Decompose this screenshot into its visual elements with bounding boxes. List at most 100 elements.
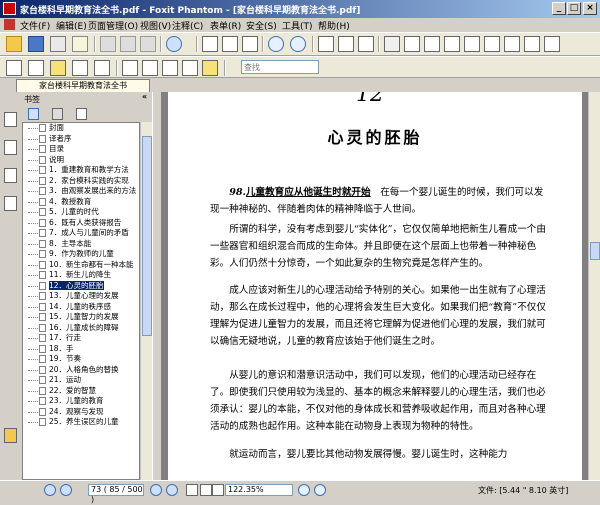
select-text-icon[interactable]	[404, 36, 420, 52]
user-icon[interactable]	[50, 60, 66, 76]
pencil-icon[interactable]	[122, 60, 138, 76]
menu-view[interactable]: 视图(V)	[140, 19, 171, 32]
hand-tool-icon[interactable]	[384, 36, 400, 52]
bookmark-item[interactable]: 14．儿童的秩序感	[23, 302, 139, 313]
bookmark-item[interactable]: 11．新生儿的降生	[23, 270, 139, 281]
page-number-field[interactable]: 73 ( 85 / 500 )	[88, 484, 144, 504]
bookmark-item[interactable]: 10．新生命都有一种本能	[23, 260, 139, 271]
bookmark-item[interactable]: 19．节奏	[23, 354, 139, 365]
redo-icon[interactable]	[120, 36, 136, 52]
app-icon[interactable]	[3, 2, 16, 15]
bookmark-item[interactable]: 6．既有人类获得报告	[23, 218, 139, 229]
bookmark-item[interactable]: 12．心灵的胚胎	[23, 280, 139, 292]
menu-tools[interactable]: 工具(T)	[282, 19, 313, 32]
bookmark-item[interactable]: 2．家台模科实践的实现	[23, 176, 139, 187]
bookmark-item[interactable]: 译者序	[23, 134, 139, 145]
bookmark-scroll-thumb[interactable]	[142, 136, 152, 336]
layers-tab-icon[interactable]	[4, 168, 17, 183]
bookmark-item[interactable]: 18．手	[23, 344, 139, 355]
bookmark-item[interactable]: 25．养生误区的儿童	[23, 417, 139, 428]
new-bookmark-icon[interactable]	[28, 108, 39, 120]
menu-edit[interactable]: 编辑(E)	[56, 19, 87, 32]
bookmark-item[interactable]: 7．成人与儿童间的矛盾	[23, 228, 139, 239]
document-scrollbar[interactable]	[588, 92, 600, 480]
panel-splitter[interactable]	[152, 92, 162, 480]
undo-icon[interactable]	[100, 36, 116, 52]
image-icon[interactable]	[524, 36, 540, 52]
bookmark-item[interactable]: 说明	[23, 155, 139, 166]
delete-bookmark-icon[interactable]	[52, 108, 63, 120]
facing-view-icon[interactable]	[212, 484, 224, 496]
note-icon[interactable]	[464, 36, 480, 52]
bookmark-item[interactable]: 20．人格角色的替换	[23, 365, 139, 376]
menu-file[interactable]: 文件(F)	[20, 19, 50, 32]
open-icon[interactable]	[6, 36, 22, 52]
bookmark-panel-icon[interactable]	[6, 60, 22, 76]
facing-page-icon[interactable]	[338, 36, 354, 52]
typewriter-icon[interactable]	[444, 36, 460, 52]
menu-help[interactable]: 帮助(H)	[318, 19, 350, 32]
bookmark-item[interactable]: 24．观察与发现	[23, 407, 139, 418]
zoom-out-icon[interactable]	[268, 36, 284, 52]
measure-icon[interactable]	[544, 36, 560, 52]
highlight-icon[interactable]	[142, 60, 158, 76]
zoom-in-icon[interactable]	[290, 36, 306, 52]
bookmark-item[interactable]: 封面	[23, 123, 139, 134]
bookmark-item[interactable]: 21．运动	[23, 375, 139, 386]
link-icon[interactable]	[484, 36, 500, 52]
zoom-icon[interactable]	[166, 36, 182, 52]
clip-icon[interactable]	[4, 428, 17, 443]
single-page-icon[interactable]	[318, 36, 334, 52]
menu-pages[interactable]: 页面管理(O)	[88, 19, 138, 32]
attachments-tab-icon[interactable]	[4, 196, 17, 211]
last-page-icon[interactable]	[166, 484, 178, 496]
fit-page-icon[interactable]	[202, 36, 218, 52]
snapshot-icon[interactable]	[424, 36, 440, 52]
bookmark-item[interactable]: 22．爱的智慧	[23, 386, 139, 397]
bookmark-item[interactable]: 15．儿童智力的发展	[23, 312, 139, 323]
bookmark-item[interactable]: 9．作为教师的儿童	[23, 249, 139, 260]
next-page-icon[interactable]	[150, 484, 162, 496]
bookmark-item[interactable]: 4．教授教育	[23, 197, 139, 208]
first-page-icon[interactable]	[44, 484, 56, 496]
stamp-icon[interactable]	[162, 60, 178, 76]
bookmark-item[interactable]: 17．行走	[23, 333, 139, 344]
bookmark-item[interactable]: 13．儿童心理的发展	[23, 291, 139, 302]
menu-forms[interactable]: 表单(R)	[210, 19, 241, 32]
bookmarks-tab-icon[interactable]	[4, 112, 17, 127]
prev-page-icon[interactable]	[60, 484, 72, 496]
bookmark-item[interactable]: 目录	[23, 144, 139, 155]
bookmark-item[interactable]: 5．儿童的时代	[23, 207, 139, 218]
doc-icon[interactable]	[72, 60, 88, 76]
zoom-field[interactable]: 122.35%	[225, 484, 293, 496]
attachment-icon[interactable]	[504, 36, 520, 52]
search-input[interactable]	[241, 60, 319, 74]
close-button[interactable]: ×	[583, 2, 597, 15]
lock-icon[interactable]	[94, 60, 110, 76]
bookmark-item[interactable]: 8．主导本能	[23, 239, 139, 250]
bookmark-item[interactable]: 23．儿童的教育	[23, 396, 139, 407]
scissors-icon[interactable]	[140, 36, 156, 52]
maximize-button[interactable]: □	[567, 2, 581, 15]
minimize-button[interactable]: _	[552, 2, 566, 15]
zoom-in-status-icon[interactable]	[314, 484, 326, 496]
collapse-panel-button[interactable]: «	[142, 92, 147, 101]
bookmark-item[interactable]: 16．儿童成长的障碍	[23, 323, 139, 334]
comment-icon[interactable]	[182, 60, 198, 76]
document-tab[interactable]: 家台楼科早期教育法全书	[16, 79, 150, 92]
document-scroll-thumb[interactable]	[590, 242, 600, 260]
rotate-icon[interactable]	[358, 36, 374, 52]
fit-width-icon[interactable]	[222, 36, 238, 52]
actual-size-icon[interactable]	[242, 36, 258, 52]
continuous-view-icon[interactable]	[200, 484, 212, 496]
sticky-note-icon[interactable]	[202, 60, 218, 76]
bookmark-options-icon[interactable]	[76, 108, 87, 120]
menu-security[interactable]: 安全(S)	[246, 19, 277, 32]
print-icon[interactable]	[50, 36, 66, 52]
thumbnails-tab-icon[interactable]	[4, 140, 17, 155]
bookmark-item[interactable]: 1．重建教育和教学方法	[23, 165, 139, 176]
email-icon[interactable]	[72, 36, 88, 52]
save-icon[interactable]	[28, 36, 44, 52]
menu-comments[interactable]: 注释(C)	[172, 19, 203, 32]
zoom-out-status-icon[interactable]	[298, 484, 310, 496]
